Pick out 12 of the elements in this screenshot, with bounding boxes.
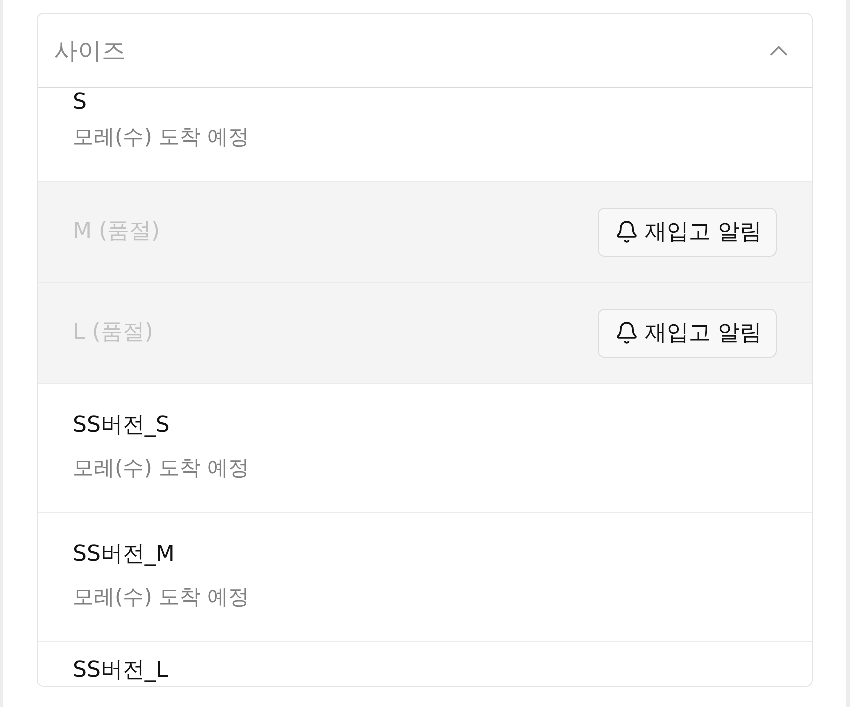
size-option[interactable]: SS버전_L: [38, 641, 812, 686]
delivery-note: 모레(수) 도착 예정: [73, 455, 250, 482]
option-name: SS버전_S: [73, 412, 170, 440]
delivery-note: 모레(수) 도착 예정: [73, 584, 250, 611]
restock-alert-button[interactable]: 재입고 알림: [598, 208, 777, 256]
delivery-note: 모레(수) 도착 예정: [73, 124, 250, 151]
option-name: S: [73, 89, 87, 117]
bell-icon: [615, 220, 639, 244]
restock-alert-button[interactable]: 재입고 알림: [598, 308, 777, 358]
option-name: SS버전_L: [73, 657, 168, 685]
bell-icon: [615, 321, 639, 345]
option-name: SS버전_M: [73, 541, 175, 569]
